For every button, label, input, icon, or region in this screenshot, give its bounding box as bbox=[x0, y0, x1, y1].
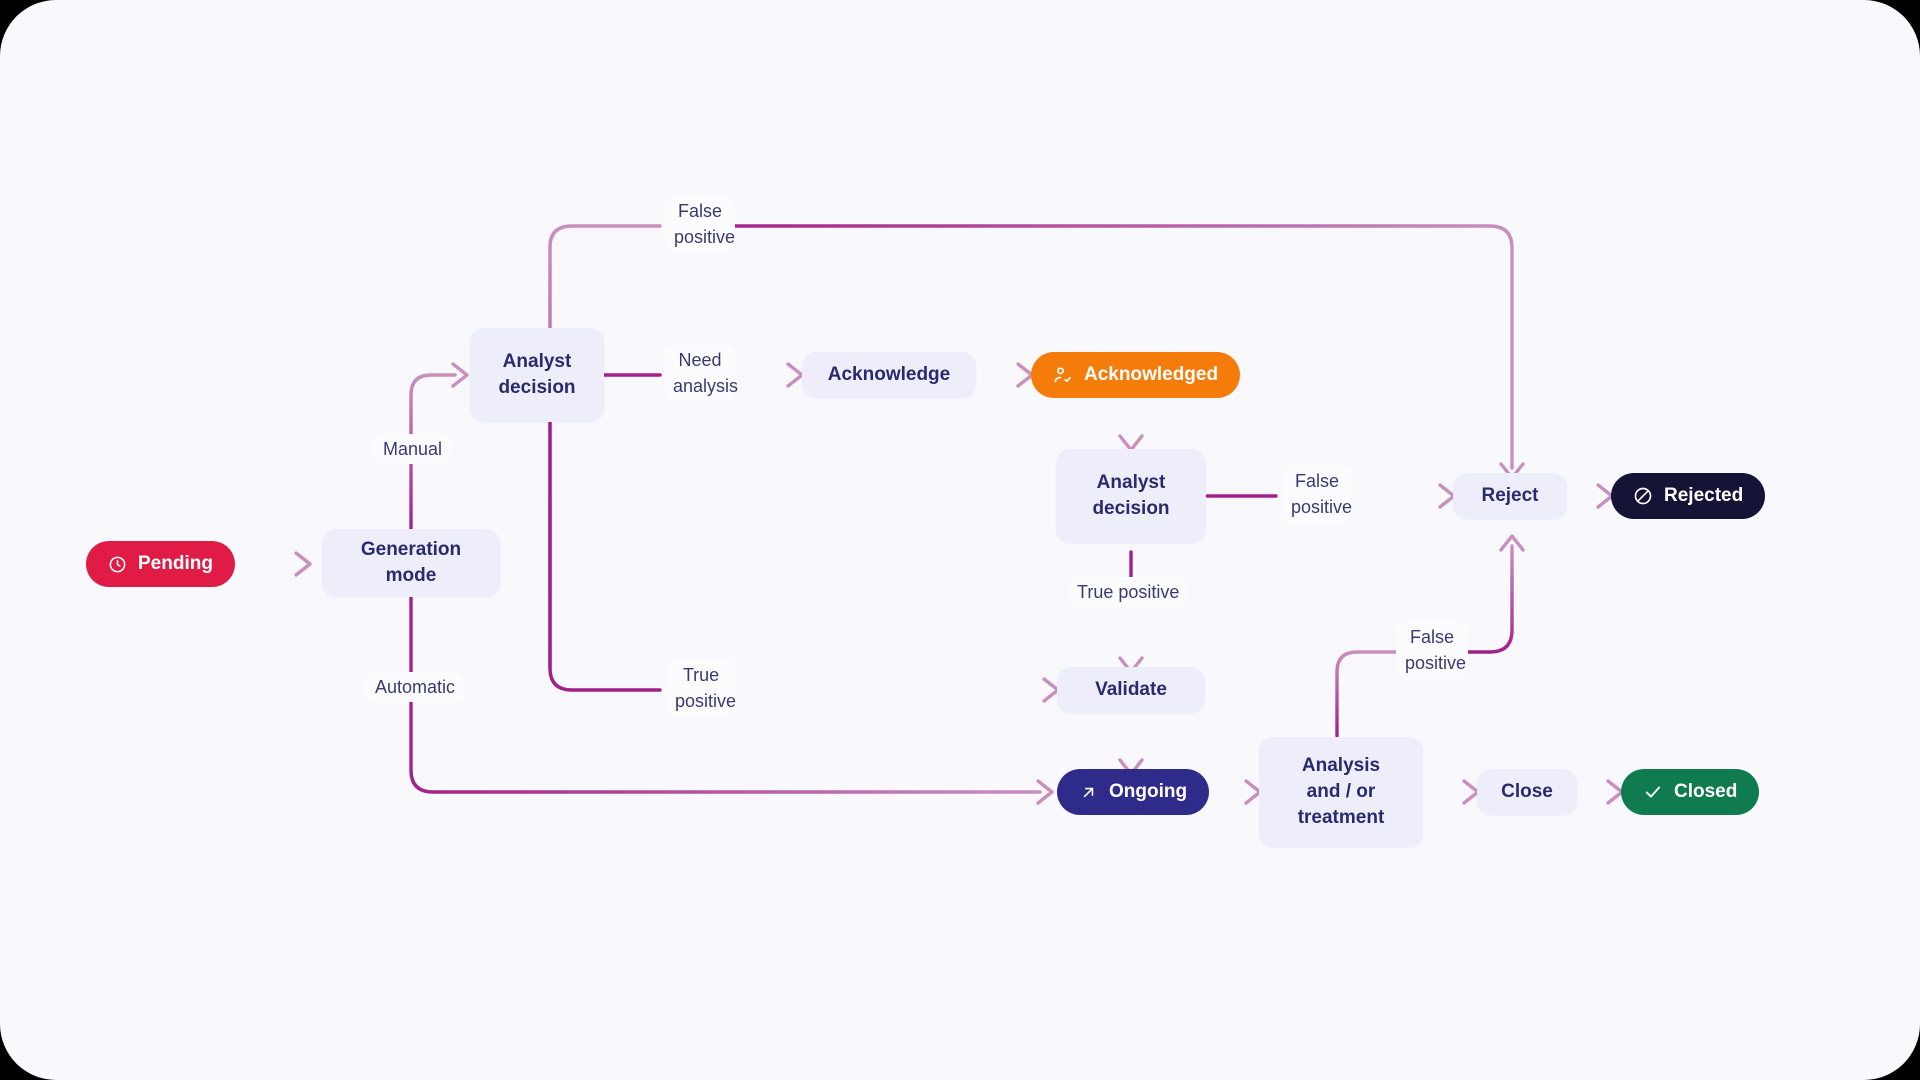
edge-label-automatic: Automatic bbox=[366, 672, 465, 702]
edge-label-true-positive-mid: True positive bbox=[1068, 577, 1189, 607]
node-acknowledged[interactable]: Acknowledged bbox=[1031, 352, 1241, 398]
node-close[interactable]: Close bbox=[1477, 769, 1577, 815]
node-reject[interactable]: Reject bbox=[1453, 473, 1567, 519]
user-check-icon bbox=[1053, 365, 1073, 385]
node-analyst-decision-2[interactable]: Analyst decision bbox=[1056, 449, 1206, 543]
node-closed-label: Closed bbox=[1674, 781, 1738, 802]
edge-label-need-analysis: Need analysis bbox=[664, 345, 738, 401]
edge-label-manual: Manual bbox=[374, 434, 452, 464]
edge-label-true-positive-left: True positive bbox=[666, 660, 736, 716]
edge-label-false-positive-mid: False positive bbox=[1282, 466, 1352, 522]
diagram-canvas: Pending Generation mode Analyst decision… bbox=[0, 0, 1920, 1080]
node-pending-label: Pending bbox=[138, 553, 213, 574]
node-rejected-label: Rejected bbox=[1664, 485, 1744, 506]
edge-layer bbox=[238, 224, 1624, 805]
check-icon bbox=[1643, 782, 1663, 802]
node-acknowledged-label: Acknowledged bbox=[1084, 364, 1219, 385]
node-acknowledge[interactable]: Acknowledge bbox=[802, 352, 976, 398]
arrow-up-right-icon bbox=[1079, 783, 1098, 802]
node-analysis-treatment[interactable]: Analysis and / or treatment bbox=[1259, 737, 1423, 847]
edge-label-false-positive-low: False positive bbox=[1396, 622, 1468, 678]
node-rejected[interactable]: Rejected bbox=[1611, 473, 1766, 519]
node-pending[interactable]: Pending bbox=[86, 541, 235, 587]
node-ongoing[interactable]: Ongoing bbox=[1057, 769, 1210, 815]
node-closed[interactable]: Closed bbox=[1621, 769, 1760, 815]
node-analyst-decision-1[interactable]: Analyst decision bbox=[470, 328, 604, 422]
edge-label-false-positive-top: False positive bbox=[665, 196, 735, 252]
clock-icon bbox=[108, 555, 127, 574]
ban-icon bbox=[1633, 486, 1653, 506]
node-generation-mode[interactable]: Generation mode bbox=[322, 529, 500, 597]
node-ongoing-label: Ongoing bbox=[1109, 781, 1188, 802]
node-validate[interactable]: Validate bbox=[1057, 667, 1205, 713]
